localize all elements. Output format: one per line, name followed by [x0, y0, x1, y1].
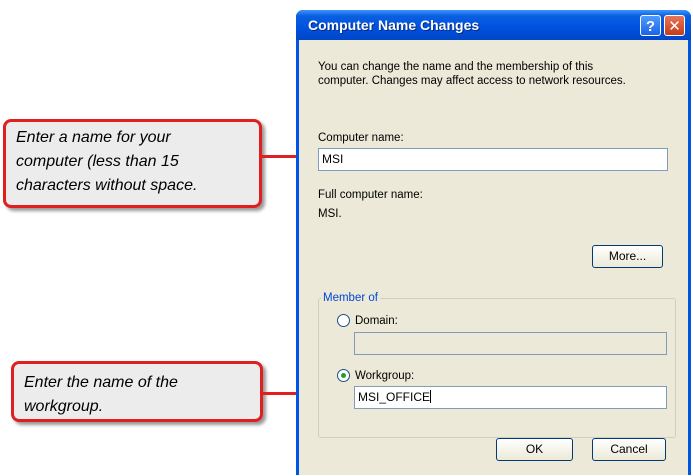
workgroup-value: MSI_OFFICE	[358, 390, 431, 404]
workgroup-radio[interactable]	[337, 369, 350, 382]
domain-input[interactable]	[354, 332, 667, 355]
close-icon: ✕	[668, 18, 681, 35]
callout-line-1: Enter a name for your	[16, 129, 171, 146]
radio-selected-dot	[341, 373, 346, 378]
callout-line-3: characters without space.	[16, 177, 198, 194]
help-button[interactable]: ?	[640, 15, 661, 36]
member-of-legend: Member of	[321, 291, 380, 305]
computer-name-callout: Enter a name for your computer (less tha…	[3, 119, 262, 208]
title-bar[interactable]: Computer Name Changes ? ✕	[296, 10, 691, 40]
callout-line-2: computer (less than 15	[16, 153, 179, 170]
workgroup-input[interactable]: MSI_OFFICE	[354, 386, 667, 409]
description-line-2: computer. Changes may affect access to n…	[318, 75, 626, 87]
cancel-button[interactable]: Cancel	[592, 438, 666, 461]
close-button[interactable]: ✕	[664, 15, 685, 36]
computer-name-changes-dialog: Computer Name Changes ? ✕ You can change…	[296, 10, 691, 475]
workgroup-label[interactable]: Workgroup:	[355, 369, 414, 383]
description-line-1: You can change the name and the membersh…	[318, 61, 594, 73]
callout-line-2: workgroup.	[24, 398, 104, 415]
full-computer-name-label: Full computer name:	[318, 189, 423, 201]
text-caret	[430, 390, 432, 403]
help-icon: ?	[645, 18, 656, 35]
domain-label[interactable]: Domain:	[355, 314, 398, 328]
computer-name-label: Computer name:	[318, 132, 404, 144]
computer-name-value: MSI	[322, 152, 344, 166]
callout-line-1: Enter the name of the	[24, 374, 178, 391]
domain-radio[interactable]	[337, 314, 350, 327]
more-button[interactable]: More...	[592, 245, 663, 268]
full-computer-name-value: MSI.	[318, 208, 342, 220]
workgroup-callout: Enter the name of the workgroup.	[11, 361, 263, 422]
ok-button[interactable]: OK	[496, 438, 573, 461]
dialog-body: You can change the name and the membersh…	[299, 40, 688, 475]
dialog-title: Computer Name Changes	[308, 17, 480, 33]
computer-name-input[interactable]: MSI	[318, 148, 668, 171]
